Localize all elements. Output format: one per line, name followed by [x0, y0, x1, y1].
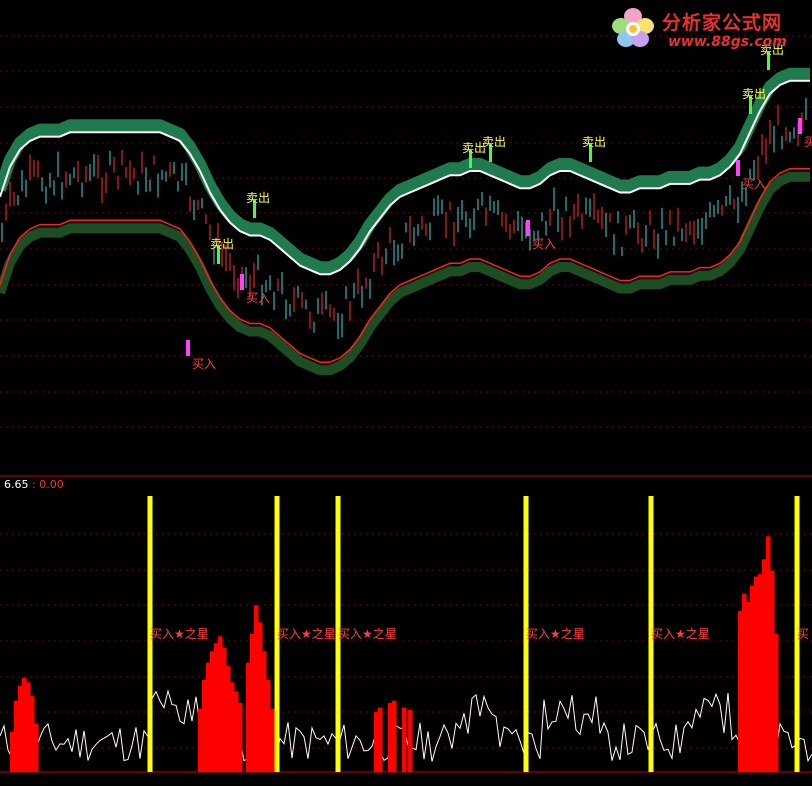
grid-lines — [0, 35, 812, 773]
lower-band — [0, 171, 810, 376]
oscillator-panel: 买入★之星 买入★之星 买入★之星 买入★之星 买入★之星买 — [0, 496, 812, 772]
histogram-bar — [214, 643, 219, 772]
signal-label: 买 — [797, 627, 809, 641]
sell-label: 卖出 — [742, 87, 766, 101]
histogram-bar — [374, 712, 379, 772]
lower-band-line — [0, 167, 810, 363]
signal-label: 买入★之星 — [651, 627, 710, 641]
logo-title: 分析家公式网 — [662, 12, 783, 34]
buy-label: 买入 — [804, 135, 812, 149]
buy-label: 买入 — [246, 291, 270, 305]
histogram-bar — [392, 700, 397, 772]
site-logo: 分析家公式网 www.88gs.com — [606, 4, 806, 54]
histogram-bar — [198, 708, 203, 772]
histogram-bar — [738, 611, 743, 772]
buy-label: 买入 — [192, 357, 216, 371]
histogram-bar — [742, 593, 747, 772]
histogram-bar — [754, 576, 759, 772]
histogram-bar — [22, 677, 27, 772]
candlesticks — [1, 97, 807, 339]
histogram-bar — [262, 651, 267, 772]
histogram-bar — [378, 707, 383, 772]
histogram-bar — [762, 559, 767, 772]
histogram-bar — [234, 691, 239, 772]
histogram-bar — [246, 662, 251, 772]
histogram-bar — [30, 696, 35, 772]
histogram-bar — [402, 707, 407, 772]
buy-marker — [798, 118, 802, 134]
histogram-bar — [766, 536, 771, 772]
buy-marker — [736, 160, 740, 176]
histogram-bar — [10, 731, 15, 772]
histogram-bar — [258, 622, 263, 772]
histogram-bar — [34, 723, 39, 772]
readout-value-2: : 0.00 — [32, 478, 64, 491]
histogram-bar — [222, 647, 227, 772]
buy-label: 买入 — [532, 237, 556, 251]
sell-label: 卖出 — [210, 237, 234, 251]
signal-label: 买入★之星 — [526, 627, 585, 641]
indicator-readout: 6.65 : 0.00 — [4, 478, 64, 491]
histogram-bar — [770, 570, 775, 772]
histogram-bar — [238, 703, 243, 772]
signal-label: 买入★之星 — [277, 627, 336, 641]
buy-marker — [186, 340, 190, 356]
histogram-bar — [746, 601, 751, 772]
histogram-bar — [14, 700, 19, 772]
buy-marker — [526, 220, 530, 236]
readout-value-1: 6.65 — [4, 478, 29, 491]
histogram-bar — [250, 634, 255, 772]
signal-label: 买入★之星 — [338, 627, 397, 641]
sell-label: 卖出 — [246, 191, 270, 205]
price-bands — [0, 67, 810, 376]
histogram-bar — [758, 574, 763, 772]
buy-label: 买入 — [742, 177, 766, 191]
histogram-bar — [26, 682, 31, 772]
histogram-bar — [230, 682, 235, 772]
histogram-bar — [266, 680, 271, 772]
histogram-bar — [210, 651, 215, 772]
histogram-bar — [226, 666, 231, 772]
histogram-bar — [750, 585, 755, 772]
histogram-bar — [774, 634, 779, 772]
histogram-bar — [206, 662, 211, 772]
histogram-bar — [408, 709, 413, 772]
upper-band — [0, 67, 810, 274]
sell-label: 卖出 — [482, 135, 506, 149]
signal-label: 买入★之星 — [150, 627, 209, 641]
histogram-bar — [218, 636, 223, 772]
histogram-bar — [270, 708, 275, 772]
chart-canvas: 买入买入买入买入买入卖出卖出卖出卖出卖出卖出卖出 买入★之星买入★之星买入★之星… — [0, 35, 812, 773]
flower-logo-icon — [612, 8, 654, 47]
histogram-bar — [254, 605, 259, 772]
histogram-bar — [18, 685, 23, 772]
histogram-bar — [202, 680, 207, 772]
sell-label: 卖出 — [582, 135, 606, 149]
buy-marker — [240, 274, 244, 290]
histogram-bar — [388, 703, 393, 772]
logo-url: www.88gs.com — [668, 34, 787, 50]
